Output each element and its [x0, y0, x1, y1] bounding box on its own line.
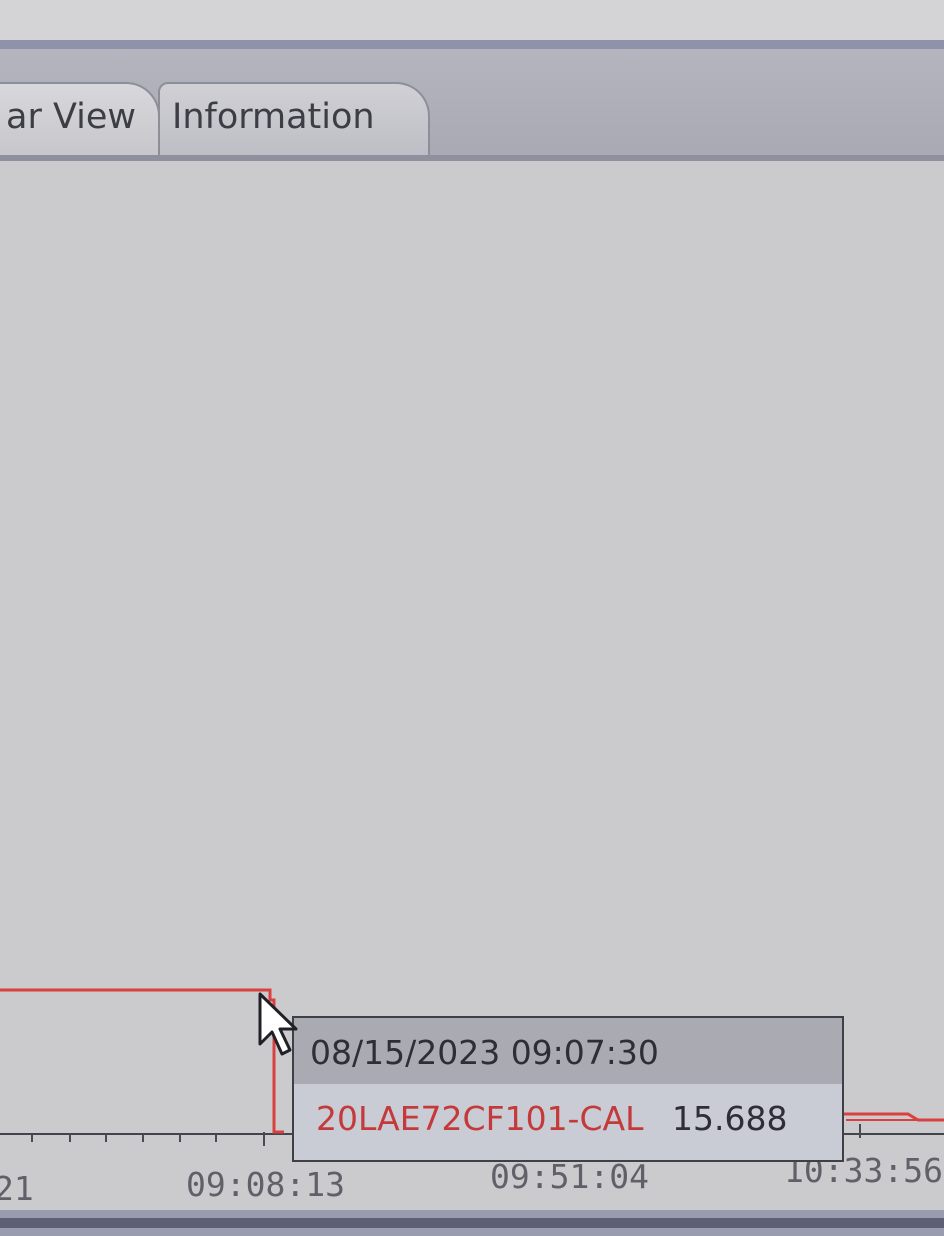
x-tick-label: 09:08:13: [186, 1165, 345, 1204]
x-tick-label: 09:51:04: [490, 1157, 649, 1196]
x-tick-label: 21: [0, 1169, 34, 1208]
series-line: [0, 988, 284, 1134]
pointer-arrow-icon: [258, 992, 298, 1056]
tooltip-value: 15.688: [671, 1099, 788, 1138]
tooltip-timestamp: 08/15/2023 09:07:30: [294, 1018, 842, 1084]
tooltip-row: 20LAE72CF101-CAL 15.688: [294, 1084, 842, 1160]
tooltip-tag: 20LAE72CF101-CAL: [316, 1099, 644, 1138]
window-bottom-rule-dark: [0, 1218, 944, 1228]
data-tooltip: 08/15/2023 09:07:30 20LAE72CF101-CAL 15.…: [292, 1016, 844, 1162]
